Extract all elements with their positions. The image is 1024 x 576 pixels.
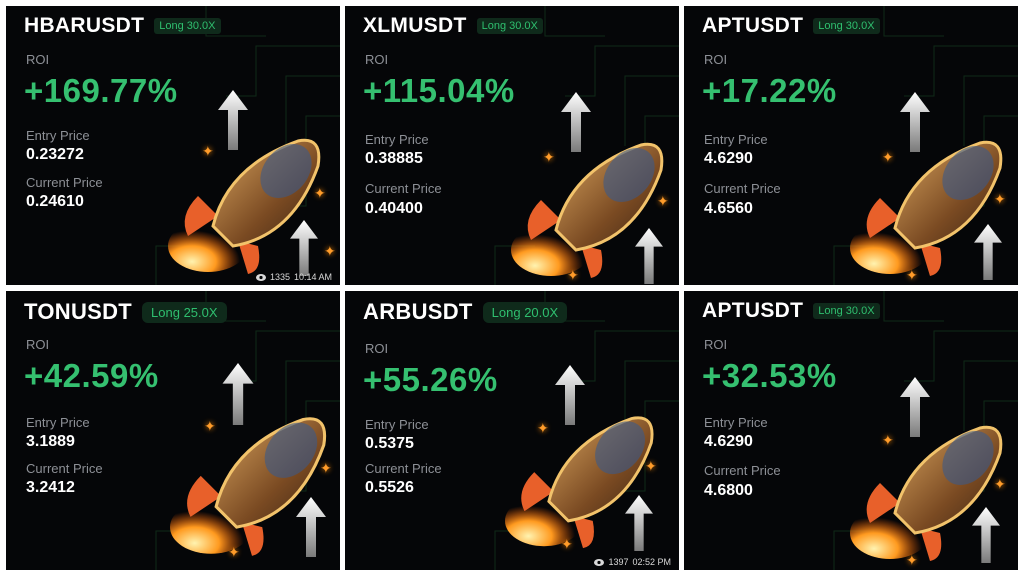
post-time: 10:14 AM (293, 272, 332, 282)
sparkle-icon: ✦ (543, 149, 555, 165)
current-price-label: Current Price (704, 463, 781, 478)
eye-icon (594, 558, 605, 566)
roi-label: ROI (26, 52, 50, 67)
sparkle-icon: ✦ (906, 267, 918, 283)
roi-label: ROI (365, 341, 389, 356)
pair-symbol: XLMUSDT (363, 14, 467, 37)
sparkle-icon: ✦ (320, 460, 332, 476)
entry-price-value: 4.6290 (704, 433, 753, 450)
leverage-badge: Long 25.0X (142, 301, 227, 323)
post-meta: 1335 10:14 AM (255, 272, 332, 282)
pnl-card[interactable]: TONUSDT Long 25.0X ROI +42.59% Entry Pri… (6, 291, 340, 570)
current-price-label: Current Price (26, 461, 103, 476)
rocket-illustration (170, 417, 327, 556)
view-count: 1335 (269, 272, 290, 282)
sparkle-icon: ✦ (645, 458, 657, 474)
pair-symbol: ARBUSDT (363, 299, 473, 324)
rocket-illustration (505, 416, 654, 549)
current-price-label: Current Price (365, 181, 442, 196)
rocket-illustration (850, 425, 1003, 561)
pnl-card-grid: HBARUSDT Long 30.0X ROI +169.77% Entry P… (0, 0, 1024, 576)
current-price-label: Current Price (365, 461, 442, 476)
pnl-card[interactable]: XLMUSDT Long 30.0X ROI +115.04% Entry Pr… (345, 6, 679, 285)
view-count: 1397 (608, 557, 629, 567)
entry-price-value: 0.23272 (26, 146, 84, 163)
sparkle-icon: ✦ (567, 267, 579, 283)
sparkle-icon: ✦ (202, 143, 214, 159)
pnl-card[interactable]: ARBUSDT Long 20.0X ROI +55.26% Entry Pri… (345, 291, 679, 570)
entry-price-label: Entry Price (704, 415, 768, 430)
current-price-value: 0.24610 (26, 193, 84, 210)
current-price-value: 4.6800 (704, 482, 753, 499)
roi-value: +169.77% (24, 72, 178, 109)
sparkle-icon: ✦ (994, 191, 1006, 207)
sparkle-icon: ✦ (906, 552, 918, 568)
entry-price-value: 0.5375 (365, 435, 414, 452)
leverage-badge: Long 30.0X (476, 18, 543, 34)
eye-icon (255, 273, 266, 281)
leverage-badge: Long 30.0X (813, 18, 880, 34)
entry-price-label: Entry Price (365, 417, 429, 432)
entry-price-value: 4.6290 (704, 150, 753, 167)
entry-price-label: Entry Price (365, 132, 429, 147)
current-price-value: 3.2412 (26, 479, 75, 496)
sparkle-icon: ✦ (314, 185, 326, 201)
leverage-badge: Long 30.0X (813, 303, 880, 319)
roi-value: +55.26% (363, 361, 498, 398)
sparkle-icon: ✦ (324, 243, 336, 259)
rocket-illustration (511, 142, 664, 278)
pair-symbol: TONUSDT (24, 299, 133, 324)
pnl-card[interactable]: APTUSDT Long 30.0X ROI +32.53% Entry Pri… (684, 291, 1018, 570)
post-meta: 1397 02:52 PM (594, 557, 671, 567)
post-time: 02:52 PM (632, 557, 671, 567)
entry-price-label: Entry Price (26, 128, 90, 143)
roi-label: ROI (704, 337, 728, 352)
leverage-badge: Long 30.0X (154, 18, 221, 34)
sparkle-icon: ✦ (561, 536, 573, 552)
roi-label: ROI (26, 337, 50, 352)
sparkle-icon: ✦ (537, 420, 549, 436)
sparkle-icon: ✦ (882, 149, 894, 165)
current-price-label: Current Price (26, 175, 103, 190)
roi-value: +115.04% (363, 72, 515, 109)
pair-symbol: HBARUSDT (24, 14, 145, 37)
pnl-card[interactable]: APTUSDT Long 30.0X ROI +17.22% Entry Pri… (684, 6, 1018, 285)
rocket-illustration (850, 140, 1003, 276)
roi-value: +32.53% (702, 357, 837, 394)
sparkle-icon: ✦ (228, 544, 240, 560)
leverage-badge: Long 20.0X (482, 301, 568, 323)
roi-label: ROI (365, 52, 389, 67)
sparkle-icon: ✦ (657, 193, 669, 209)
roi-value: +42.59% (24, 357, 159, 394)
entry-price-label: Entry Price (704, 132, 768, 147)
current-price-value: 0.5526 (365, 479, 414, 496)
entry-price-value: 0.38885 (365, 150, 423, 167)
sparkle-icon: ✦ (204, 418, 216, 434)
pair-symbol: APTUSDT (702, 299, 804, 322)
sparkle-icon: ✦ (882, 432, 894, 448)
current-price-value: 0.40400 (365, 200, 423, 217)
pnl-card[interactable]: HBARUSDT Long 30.0X ROI +169.77% Entry P… (6, 6, 340, 285)
roi-label: ROI (704, 52, 728, 67)
entry-price-label: Entry Price (26, 415, 90, 430)
current-price-value: 4.6560 (704, 200, 753, 217)
entry-price-value: 3.1889 (26, 433, 75, 450)
current-price-label: Current Price (704, 181, 781, 196)
rocket-illustration (168, 138, 321, 274)
sparkle-icon: ✦ (994, 476, 1006, 492)
pair-symbol: APTUSDT (702, 14, 804, 37)
roi-value: +17.22% (702, 72, 837, 109)
